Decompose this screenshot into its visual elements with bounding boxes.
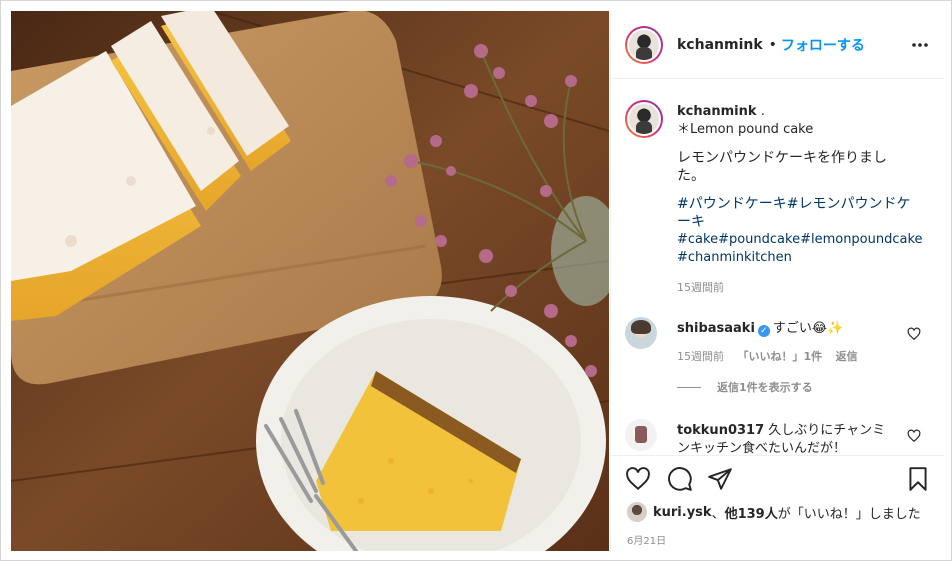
caption: kchanmink . ＊Lemon pound cake レモンパウンドケーキ… — [677, 103, 923, 297]
caption-avatar-photo — [629, 104, 659, 134]
comments-section[interactable]: kchanmink . ＊Lemon pound cake レモンパウンドケーキ… — [611, 80, 944, 455]
like-heart-icon[interactable] — [625, 466, 651, 492]
caption-text: レモンパウンドケーキを作りました。 — [677, 150, 887, 184]
liker-username[interactable]: kuri.ysk — [653, 505, 712, 520]
comment-like-heart-icon[interactable] — [907, 327, 921, 341]
comment-likes[interactable]: 「いいね！」1件 — [738, 350, 823, 363]
comment-text: すごい😂✨ — [772, 321, 844, 336]
caption-timestamp[interactable]: 15週間前 — [677, 279, 913, 297]
comment-bubble-icon[interactable] — [667, 466, 693, 492]
author-avatar-inner — [627, 27, 661, 62]
liked-others-link[interactable]: 他139人 — [725, 503, 778, 522]
author-avatar-photo — [629, 29, 659, 60]
comment-meta: 15週間前 「いいね！」1件 返信 — [677, 348, 868, 364]
commenter-username[interactable]: tokkun0317 — [677, 423, 764, 438]
caption-username[interactable]: kchanmink — [677, 104, 757, 119]
more-options-icon[interactable] — [910, 35, 930, 55]
view-replies-label: 返信1件を表示する — [717, 381, 813, 394]
instagram-post-modal: kchanmink • フォローする kchanmink . ＊Lemon po… — [0, 0, 952, 561]
comment-timestamp[interactable]: 15週間前 — [677, 350, 724, 363]
comment-body: shibasaaki ✓ すごい😂✨ — [677, 320, 897, 338]
header-separator: • — [768, 36, 777, 53]
reply-button[interactable]: 返信 — [836, 350, 858, 363]
post-date[interactable]: 6月21日 — [627, 532, 666, 547]
commenter-avatar[interactable] — [625, 419, 657, 451]
comment-text: 久しぶりにチャンミ — [768, 423, 886, 438]
commenter-username[interactable]: shibasaaki — [677, 321, 755, 336]
post-header: kchanmink • フォローする — [611, 11, 944, 79]
caption-dot: . — [760, 104, 765, 119]
comment-text-continued: ンキッチン食べたいんだが！ — [677, 441, 847, 455]
author-username[interactable]: kchanmink — [677, 37, 763, 53]
save-bookmark-icon[interactable] — [905, 466, 931, 492]
liked-by-summary: kuri.ysk、他139人 が「いいね！」しました — [627, 502, 921, 522]
hashtag-line-2[interactable]: ーキ — [677, 213, 913, 231]
hashtags: #パウンドケーキ#レモンパウンドケ ーキ #cake#poundcake#lem… — [677, 195, 923, 267]
post-side-panel: kchanmink • フォローする kchanmink . ＊Lemon po… — [610, 11, 944, 551]
hashtag-line-3[interactable]: #cake#poundcake#lemonpoundcake — [677, 231, 923, 249]
commenter-avatar[interactable] — [625, 317, 657, 349]
view-replies-link[interactable]: 返信1件を表示する — [677, 379, 813, 395]
follow-button[interactable]: フォローする — [781, 35, 865, 55]
lemon-cake-photo-illustration — [11, 11, 609, 551]
share-paper-plane-icon[interactable] — [707, 466, 733, 492]
post-photo[interactable] — [11, 11, 609, 551]
caption-title: ＊Lemon pound cake — [677, 122, 814, 137]
comment-body: tokkun0317 久しぶりにチャンミ ンキッチン食べたいんだが！ — [677, 422, 897, 455]
author-avatar[interactable] — [625, 25, 663, 64]
caption-author-avatar[interactable] — [625, 100, 663, 138]
hashtag-line-4[interactable]: #chanminkitchen — [677, 249, 913, 267]
comment-like-heart-icon[interactable] — [907, 429, 921, 443]
caption-avatar-inner — [627, 102, 661, 136]
liker-avatar[interactable] — [627, 502, 647, 522]
post-actions-bar: kuri.ysk、他139人 が「いいね！」しました 6月21日 — [611, 455, 944, 551]
replies-line-divider — [677, 387, 701, 388]
liked-separator: 、 — [711, 506, 725, 522]
liked-suffix: が「いいね！」しました — [777, 506, 921, 522]
more-horizontal-icon — [912, 43, 928, 47]
hashtag-line-1[interactable]: #パウンドケーキ#レモンパウンドケ — [677, 195, 913, 213]
verified-badge-icon: ✓ — [757, 325, 770, 337]
